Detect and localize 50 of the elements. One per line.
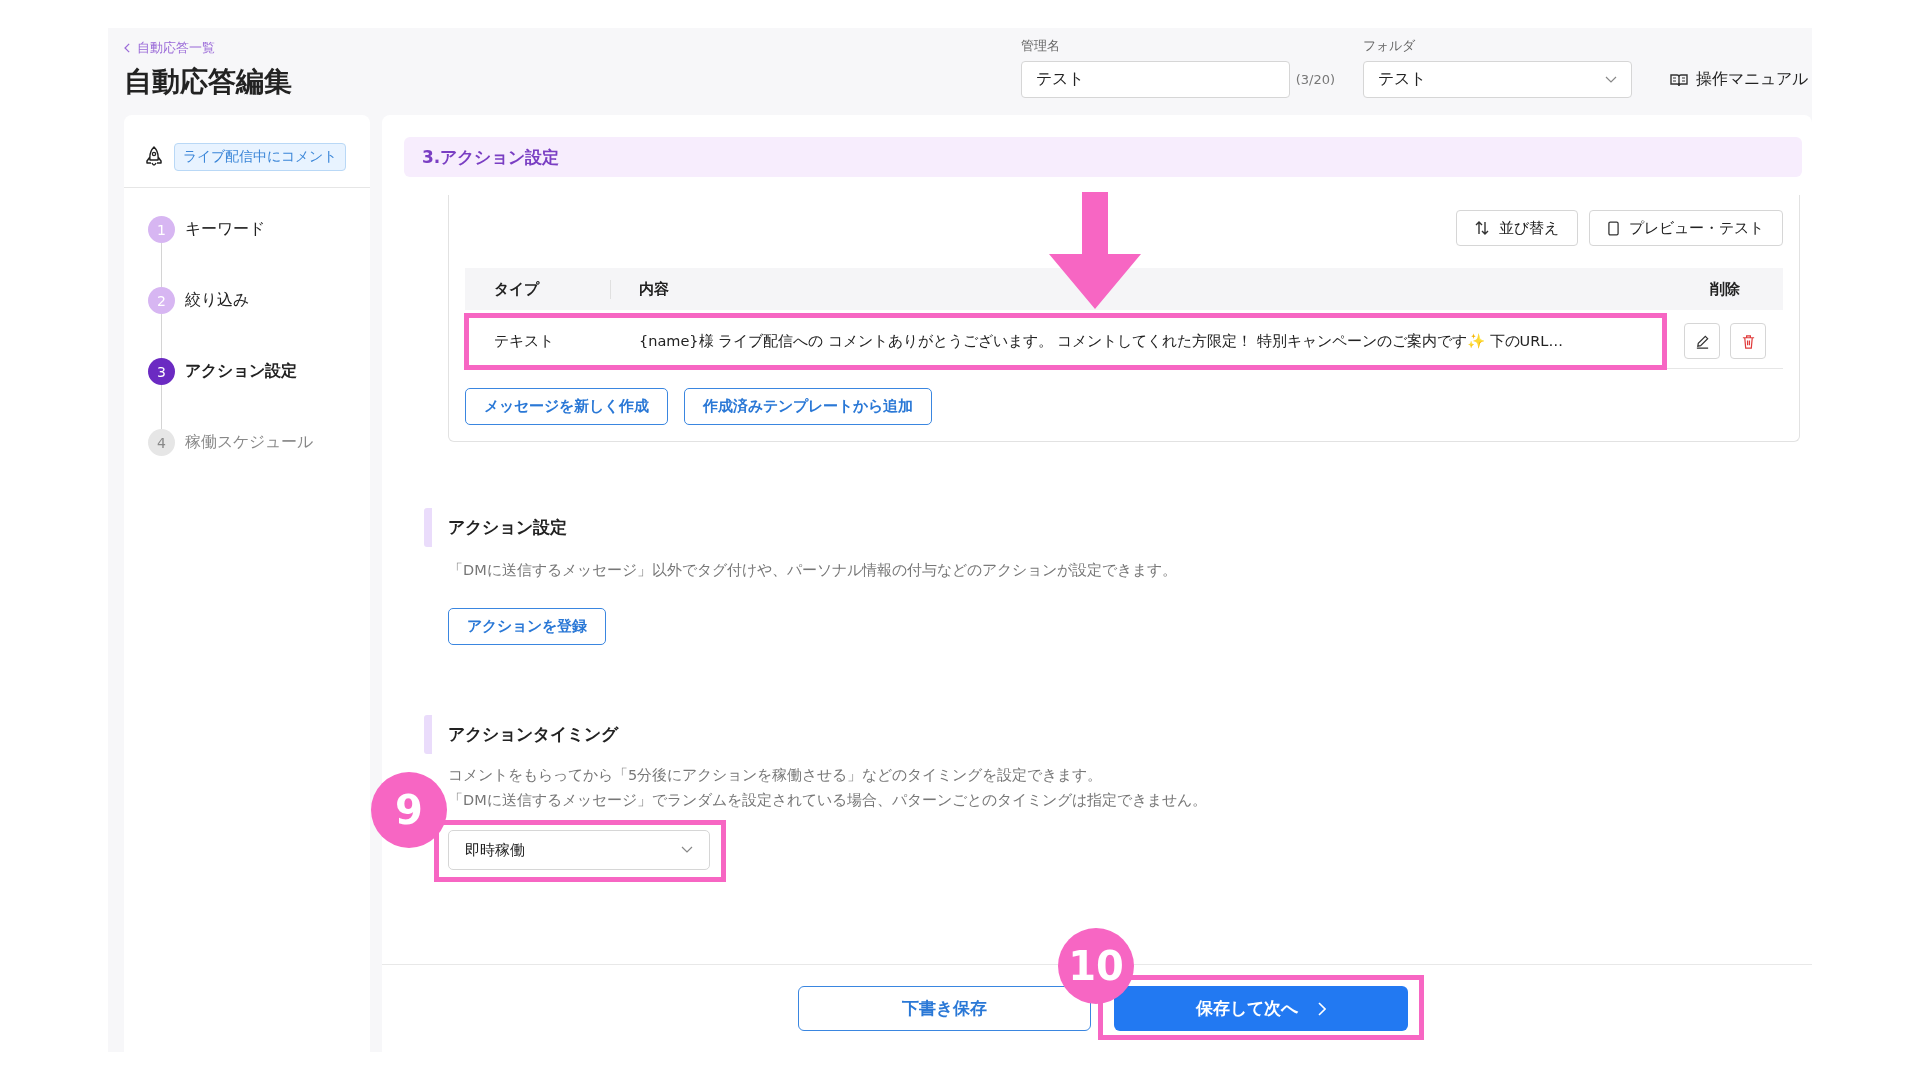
table-cell-text: {name}様 ライブ配信への コメントありがとうございます。 コメントしてくれた方限定！ 特別キャンペーンのご案内です✨ 下のURL… (638, 331, 1564, 351)
trash-icon (1740, 333, 1756, 349)
manual-link[interactable]: 操作マニュアル (1670, 61, 1808, 98)
back-link[interactable]: 自動応答一覧 (124, 39, 292, 57)
field-label: 管理名 (1020, 37, 1061, 55)
step-callout: 9 (371, 772, 447, 848)
table-cell-text: テキスト (493, 331, 555, 351)
chevron-right-icon (1318, 1001, 1326, 1016)
section-description: 「DMに送信するメッセージ」以外でタグ付けや、パーソナル情報の付与などのアクションが設定できます。 (448, 561, 1178, 580)
section-description: コメントをもらってから「5分後にアクションを稼働させる」などのタイミングを設定できます。 (448, 766, 1104, 785)
step-label[interactable]: キーワード (185, 219, 265, 240)
char-counter: (3/20) (1295, 72, 1335, 87)
caret-icon (681, 846, 693, 854)
phone-icon (1608, 220, 1619, 236)
rocket-icon (144, 146, 164, 168)
preview-button[interactable]: プレビュー・テスト (1589, 210, 1783, 246)
caret-icon (1605, 75, 1617, 84)
section-description: 「DMに送信するメッセージ」でランダムを設定されている場合、パターンごとのタイミングは指定できません。 (448, 791, 1208, 810)
column-header: 内容 (638, 279, 670, 299)
step-label[interactable]: アクション設定 (185, 361, 297, 382)
edit-button[interactable] (1684, 323, 1720, 359)
name-input[interactable]: テスト (1020, 61, 1290, 98)
register-action-button[interactable]: アクションを登録 (448, 608, 606, 645)
field-label: フォルダ (1363, 37, 1416, 55)
column-header: 削除 (1709, 279, 1741, 299)
step-label[interactable]: 稼働スケジュール (185, 432, 313, 453)
step-number: 2 (148, 287, 175, 314)
chevron-left-icon (124, 43, 131, 53)
step-number: 3 (148, 358, 175, 385)
section-heading: アクション設定 (424, 508, 1802, 547)
column-header: タイプ (465, 279, 611, 299)
add-message-button[interactable]: 作成済みテンプレートから追加 (684, 388, 932, 425)
book-icon (1670, 72, 1688, 87)
page-title: 自動応答編集 (124, 64, 292, 100)
step-callout: 10 (1058, 928, 1134, 1004)
folder-select[interactable]: テスト (1363, 61, 1632, 98)
add-message-button[interactable]: メッセージを新しく作成 (465, 388, 668, 425)
timing-select[interactable]: 即時稼働 (448, 830, 710, 870)
trigger-tag: ライブ配信中にコメント (174, 143, 346, 171)
step-label[interactable]: 絞り込み (185, 290, 249, 311)
delete-button[interactable] (1730, 323, 1766, 359)
step-number: 4 (148, 429, 175, 456)
sort-button[interactable]: 並び替え (1456, 210, 1578, 246)
sort-arrows-icon (1475, 221, 1489, 235)
save-draft-button[interactable]: 下書き保存 (798, 986, 1091, 1031)
save-next-button[interactable]: 保存して次へ (1114, 986, 1408, 1031)
section-heading: アクションタイミング (424, 715, 1802, 754)
step-number: 1 (148, 216, 175, 243)
section-title: 3.アクション設定 (422, 145, 560, 169)
pencil-icon (1694, 333, 1710, 349)
